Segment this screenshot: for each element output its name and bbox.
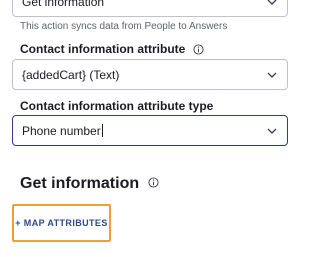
chevron-down-icon	[267, 0, 277, 5]
action-select[interactable]: Get information	[12, 0, 288, 17]
info-icon[interactable]	[148, 177, 159, 188]
contact-attr-label: Contact information attribute	[20, 42, 186, 56]
chevron-down-icon	[267, 128, 277, 134]
map-attributes-button[interactable]: + MAP ATTRIBUTES	[12, 204, 111, 242]
contact-attr-type-select[interactable]: Phone number	[12, 115, 288, 146]
get-information-title: Get information	[20, 175, 140, 192]
chevron-down-icon	[267, 72, 277, 78]
contact-attr-type-value: Phone number	[22, 124, 101, 138]
contact-attr-select[interactable]: {addedCart} (Text)	[12, 59, 288, 90]
get-information-heading: Get information	[20, 175, 159, 193]
contact-attr-label-row: Contact information attribute	[20, 42, 204, 56]
helper-text: This action syncs data from People to An…	[20, 21, 228, 32]
text-caret	[101, 124, 103, 137]
action-select-value: Get information	[22, 0, 105, 9]
contact-attr-value: {addedCart} (Text)	[22, 68, 120, 82]
info-icon[interactable]	[193, 44, 204, 55]
contact-attr-type-label: Contact information attribute type	[20, 99, 214, 113]
contact-attr-type-value-wrap: Phone number	[22, 124, 103, 138]
